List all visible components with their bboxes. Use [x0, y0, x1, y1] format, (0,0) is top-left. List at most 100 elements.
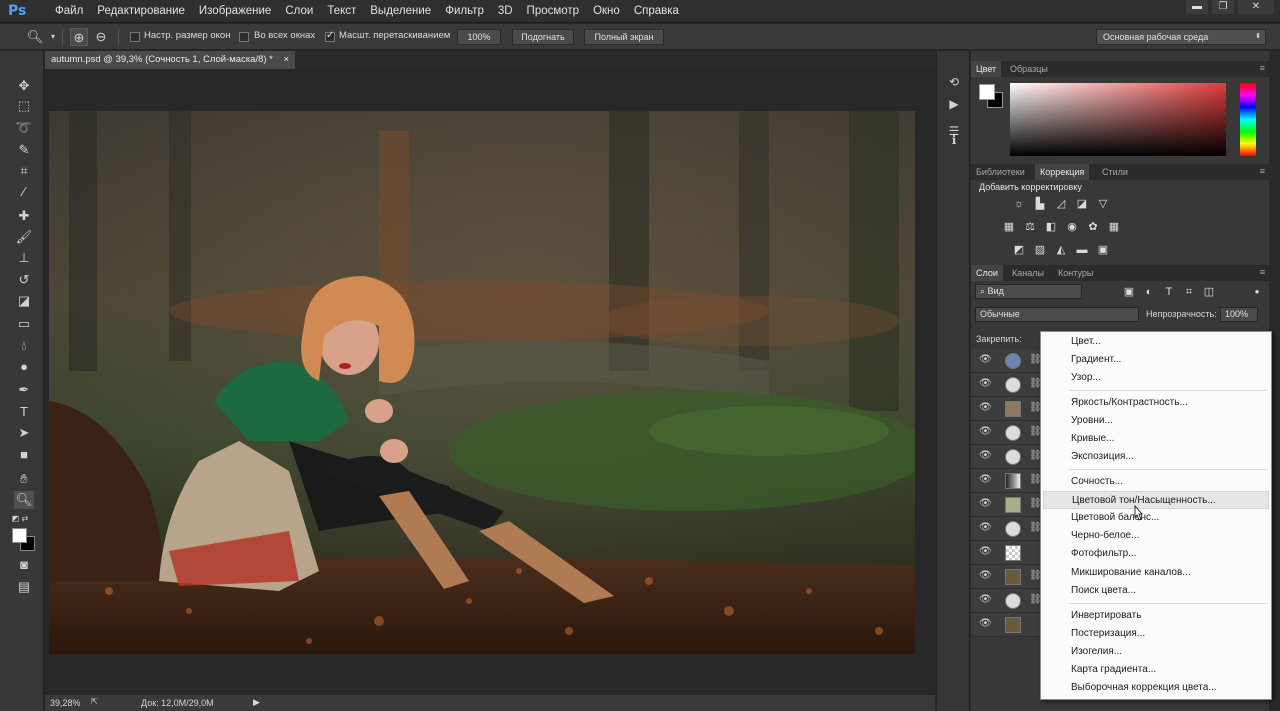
type-filter-icon[interactable]: T [1161, 285, 1177, 299]
tab-adjustments[interactable]: Коррекция [1035, 164, 1090, 180]
zoom-level[interactable]: 39,28% [50, 698, 81, 708]
eye-icon[interactable]: 👁︎ [979, 354, 992, 366]
history-brush-icon[interactable]: ↺ [14, 271, 34, 289]
hue-saturation-icon[interactable]: ▦ [1001, 220, 1017, 234]
menu-item-threshold[interactable]: Изогелия... [1071, 643, 1267, 661]
layer-row[interactable]: 👁︎ ⛓︎ [971, 421, 1042, 445]
zoom-out-icon[interactable]: ⊖ [92, 28, 110, 46]
eye-icon[interactable]: 👁︎ [979, 450, 992, 462]
export-icon[interactable]: ⇱ [91, 697, 98, 706]
eye-icon[interactable]: 👁︎ [979, 522, 992, 534]
blend-mode-select[interactable]: Обычные [975, 307, 1139, 322]
adjustment-filter-icon[interactable]: ◐ [1141, 285, 1157, 299]
menu-filter[interactable]: Фильтр [438, 0, 491, 23]
hand-tool-icon[interactable]: ✋︎ [14, 470, 34, 488]
document-tab[interactable]: autumn.psd @ 39,3% (Сочность 1, Слой-мас… [45, 51, 296, 69]
brush-tool-icon[interactable]: 🖌︎ [14, 228, 34, 246]
menu-edit[interactable]: Редактирование [90, 0, 192, 23]
fullscreen-button[interactable]: Полный экран [584, 29, 664, 45]
lasso-tool-icon[interactable]: ➰ [14, 119, 34, 137]
layer-row[interactable]: 👁︎ ⛓︎ [971, 493, 1042, 517]
channel-mixer-icon[interactable]: ✿ [1085, 220, 1101, 234]
document-image[interactable] [49, 111, 915, 654]
eye-icon[interactable]: 👁︎ [979, 546, 992, 558]
actions-panel-icon[interactable]: ▶ [945, 95, 963, 113]
menu-item-gradient[interactable]: Градиент... [1071, 351, 1267, 369]
brightness-icon[interactable]: ☼ [1011, 197, 1027, 211]
panel-menu-icon[interactable]: ≡ [1260, 63, 1265, 73]
black-white-icon[interactable]: ◧ [1043, 220, 1059, 234]
type-tool-icon[interactable]: T [14, 403, 34, 421]
pen-tool-icon[interactable]: ✒ [14, 381, 34, 399]
tab-paths[interactable]: Контуры [1053, 265, 1098, 281]
move-tool-icon[interactable]: ✥ [14, 77, 34, 95]
zoom-in-icon[interactable]: ⊕ [70, 28, 88, 46]
foreground-color-swatch[interactable] [979, 84, 995, 100]
menu-item-gradient-map[interactable]: Карта градиента... [1071, 661, 1267, 679]
exposure-icon[interactable]: ◪ [1074, 197, 1090, 211]
tab-color[interactable]: Цвет [971, 61, 1002, 77]
menu-layers[interactable]: Слои [278, 0, 320, 23]
smart-object-filter-icon[interactable]: ◫ [1201, 285, 1217, 299]
menu-item-curves[interactable]: Кривые... [1071, 430, 1267, 448]
dodge-tool-icon[interactable]: ● [14, 358, 34, 376]
layer-row[interactable]: 👁︎ ⛓︎ [971, 445, 1042, 469]
tool-preset-dropdown-icon[interactable]: ▾ [44, 28, 62, 46]
levels-icon[interactable]: ▙ [1032, 197, 1048, 211]
resize-windows-checkbox[interactable] [130, 32, 140, 42]
info-panel-icon[interactable]: ℹ [945, 131, 963, 149]
tab-channels[interactable]: Каналы [1007, 265, 1049, 281]
crop-tool-icon[interactable]: ⌗ [14, 162, 34, 180]
menu-item-solid-color[interactable]: Цвет... [1071, 333, 1267, 351]
eye-icon[interactable]: 👁︎ [979, 378, 992, 390]
threshold-icon[interactable]: ◭ [1053, 243, 1069, 257]
layer-row[interactable]: 👁︎ ⛓︎ [971, 397, 1042, 421]
tab-libraries[interactable]: Библиотеки [971, 164, 1030, 180]
tab-layers[interactable]: Слои [971, 265, 1003, 281]
layer-row[interactable]: 👁︎ ⛓︎ [971, 589, 1042, 613]
menu-item-pattern[interactable]: Узор... [1071, 369, 1267, 387]
layer-filter-select[interactable]: ⌕ Вид [975, 284, 1082, 299]
eye-icon[interactable]: 👁︎ [979, 570, 992, 582]
blur-tool-icon[interactable]: 💧︎ [14, 337, 34, 355]
menu-item-black-white[interactable]: Черно-белое... [1071, 527, 1267, 545]
menu-item-photo-filter[interactable]: Фотофильтр... [1071, 545, 1267, 563]
color-balance-icon[interactable]: ⚖ [1022, 220, 1038, 234]
panel-menu-icon[interactable]: ≡ [1260, 267, 1265, 277]
quick-mask-icon[interactable]: ◙ [14, 556, 34, 574]
close-button[interactable]: ✕ [1238, 0, 1274, 14]
menu-item-vibrance[interactable]: Сочность... [1071, 473, 1267, 491]
zoom-tool-icon[interactable]: 🔍︎ [26, 28, 44, 46]
rectangle-tool-icon[interactable]: ■ [14, 446, 34, 464]
panel-menu-icon[interactable]: ≡ [1260, 166, 1265, 176]
menu-image[interactable]: Изображение [192, 0, 278, 23]
fit-screen-button[interactable]: Подогнать [512, 29, 574, 45]
layer-row[interactable]: 👁︎ [971, 613, 1041, 637]
menu-item-color-balance[interactable]: Цветовой баланс... [1071, 509, 1267, 527]
eye-icon[interactable]: 👁︎ [979, 426, 992, 438]
workspace-select[interactable]: Основная рабочая среда ⬍ [1096, 29, 1266, 45]
selective-color-icon[interactable]: ▣ [1095, 243, 1111, 257]
eye-icon[interactable]: 👁︎ [979, 474, 992, 486]
history-panel-icon[interactable]: ⟲ [945, 73, 963, 91]
path-select-icon[interactable]: ➤ [14, 424, 34, 442]
shape-filter-icon[interactable]: ⌗ [1181, 285, 1197, 299]
minimize-button[interactable]: ▬ [1186, 0, 1208, 14]
opacity-input[interactable]: 100% [1220, 307, 1258, 322]
menu-3d[interactable]: 3D [491, 0, 520, 23]
restore-button[interactable]: ❐ [1212, 0, 1234, 14]
menu-item-exposure[interactable]: Экспозиция... [1071, 448, 1267, 466]
gradient-tool-icon[interactable]: ▭ [14, 315, 34, 333]
zoom-tool-icon[interactable]: 🔍︎ [14, 491, 34, 509]
close-tab-icon[interactable]: × [284, 54, 290, 65]
layer-row[interactable]: 👁︎ ⛓︎ [971, 373, 1042, 397]
clone-stamp-icon[interactable]: ⊥ [14, 249, 34, 267]
eyedropper-tool-icon[interactable]: ⁄ [14, 183, 34, 201]
tab-swatches[interactable]: Образцы [1005, 61, 1053, 77]
menu-select[interactable]: Выделение [363, 0, 438, 23]
pixel-filter-icon[interactable]: ▣ [1121, 285, 1137, 299]
eye-icon[interactable]: 👁︎ [979, 498, 992, 510]
vibrance-icon[interactable]: ▽ [1095, 197, 1111, 211]
photo-filter-icon[interactable]: ◉ [1064, 220, 1080, 234]
eye-icon[interactable]: 👁︎ [979, 618, 992, 630]
